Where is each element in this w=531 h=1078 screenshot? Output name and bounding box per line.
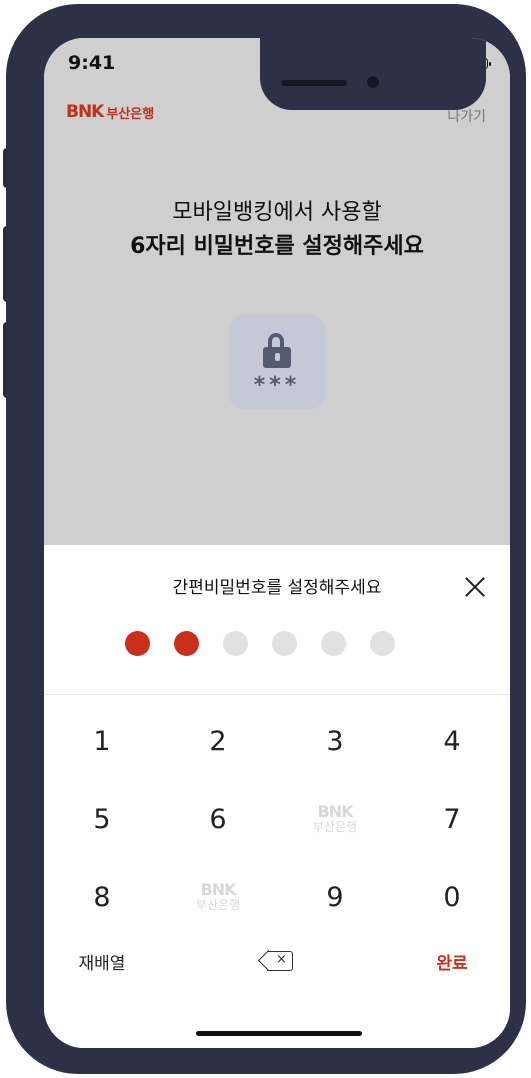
key-9[interactable]: 9 — [277, 858, 393, 936]
front-camera — [367, 76, 379, 88]
bnk-logo: BNK 부산은행 — [66, 102, 154, 122]
pin-dot — [125, 631, 150, 656]
key-0[interactable]: 0 — [394, 858, 510, 936]
watermark-bank: 부산은행 — [195, 898, 241, 912]
watermark-bank: 부산은행 — [312, 820, 358, 834]
backspace-icon: × — [257, 949, 295, 973]
pin-indicator — [125, 631, 395, 656]
key-4[interactable]: 4 — [394, 702, 510, 780]
pin-setup-background: 9:41 BNK 부산은행 나가기 모바일뱅킹에서 사용할 6자리 비밀번호를 … — [44, 38, 510, 545]
pin-dot — [223, 631, 248, 656]
pin-dot — [272, 631, 297, 656]
pin-dot — [370, 631, 395, 656]
headline-line-1: 모바일뱅킹에서 사용할 — [172, 200, 382, 225]
shuffle-button[interactable]: 재배열 — [44, 936, 160, 986]
key-7[interactable]: 7 — [394, 780, 510, 858]
dummy-key-watermark[interactable]: BNK 부산은행 — [277, 780, 393, 858]
divider — [44, 694, 510, 695]
key-8[interactable]: 8 — [44, 858, 160, 936]
home-indicator — [196, 1031, 362, 1036]
status-time: 9:41 — [68, 52, 116, 74]
key-1[interactable]: 1 — [44, 702, 160, 780]
pin-dot — [174, 631, 199, 656]
key-6[interactable]: 6 — [160, 780, 276, 858]
dummy-key-watermark[interactable]: BNK 부산은행 — [160, 858, 276, 936]
key-3[interactable]: 3 — [277, 702, 393, 780]
password-lock-icon: *** — [229, 315, 325, 409]
screen: 9:41 BNK 부산은행 나가기 모바일뱅킹에서 사용할 6자리 비밀번호를 … — [44, 38, 510, 1048]
notch — [260, 38, 486, 110]
key-5[interactable]: 5 — [44, 780, 160, 858]
logo-mark: BNK — [66, 102, 104, 122]
headline-line-2: 6자리 비밀번호를 설정해주세요 — [130, 234, 424, 259]
lock-stars: *** — [253, 373, 301, 398]
pin-bottom-sheet: 간편비밀번호를 설정해주세요 1 2 3 4 5 6 BNK 부산은행 7 8 … — [44, 545, 510, 1048]
watermark-logo: BNK — [317, 802, 354, 821]
key-2[interactable]: 2 — [160, 702, 276, 780]
close-icon[interactable] — [464, 576, 486, 598]
phone-frame: 9:41 BNK 부산은행 나가기 모바일뱅킹에서 사용할 6자리 비밀번호를 … — [6, 4, 526, 1074]
logo-bank-name: 부산은행 — [106, 106, 155, 122]
backspace-button[interactable]: × — [219, 936, 335, 986]
pin-dot — [321, 631, 346, 656]
lock-body — [263, 347, 291, 368]
watermark-logo: BNK — [200, 880, 237, 899]
sheet-title: 간편비밀번호를 설정해주세요 — [172, 578, 382, 598]
done-button[interactable]: 완료 — [394, 936, 510, 986]
page-headline: 모바일뱅킹에서 사용할 6자리 비밀번호를 설정해주세요 — [44, 196, 510, 264]
speaker — [281, 80, 347, 86]
